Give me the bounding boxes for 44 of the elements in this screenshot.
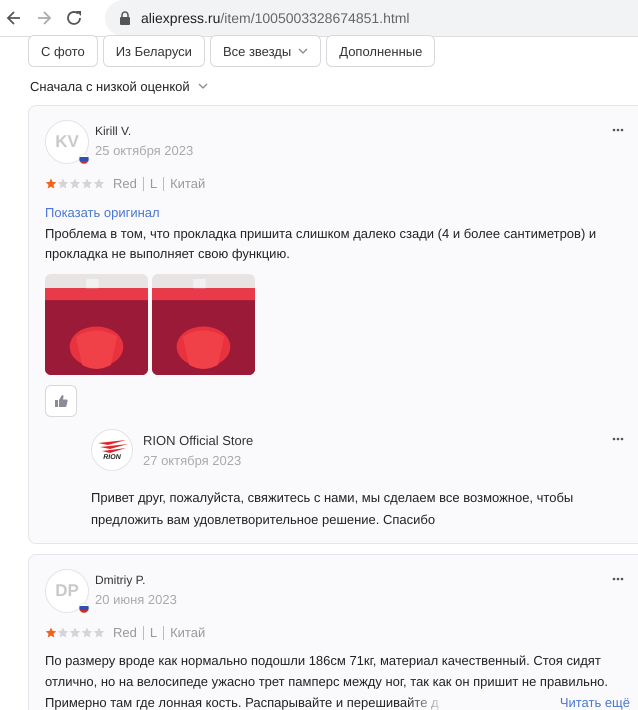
author-name: Kirill V. <box>95 124 132 138</box>
star-icon <box>69 627 81 638</box>
filter-button[interactable]: С фото <box>28 35 98 67</box>
lock-icon <box>119 11 131 25</box>
url-text: aliexpress.ru/item/1005003328674851.html <box>141 10 410 26</box>
product-attribute: Китай <box>170 625 206 640</box>
star-icon <box>45 627 57 638</box>
star-icon <box>93 178 105 189</box>
star-icon <box>93 627 105 638</box>
product-attribute: Red <box>113 625 137 640</box>
star-icon <box>57 627 69 638</box>
review-date: 20 июня 2023 <box>95 592 178 607</box>
address-bar[interactable]: aliexpress.ru/item/1005003328674851.html <box>105 0 638 36</box>
like-button[interactable] <box>45 385 77 417</box>
filter-button[interactable]: Из Беларуси <box>102 35 205 67</box>
review-text: Примерно там где лонная кость. Распарывайте и перешивайте д <box>45 694 439 710</box>
filter-button[interactable]: Все звезды <box>210 35 322 67</box>
review-date: 25 октября 2023 <box>95 143 194 158</box>
more-icon[interactable] <box>612 577 624 581</box>
review-text: По размеру вроде как нормально подошли 186см 71кг, материал качественный. Стоя сидят отлично, но на велосипеде ужасно трет памперс между ног, так как он пришит не правильно. <box>45 652 609 691</box>
product-attribute: Red <box>113 176 137 191</box>
product-attribute: Китай <box>170 176 206 191</box>
author-name: Dmitriy P. <box>95 573 146 587</box>
product-attribute: L <box>150 176 158 191</box>
reload-icon[interactable] <box>66 9 83 27</box>
review-date: 27 октября 2023 <box>143 453 242 468</box>
star-icon <box>69 178 81 189</box>
star-icon <box>81 178 93 189</box>
chevron-down-icon <box>198 83 208 89</box>
show-original-link[interactable]: Показать оригинал <box>45 205 638 220</box>
star-icon <box>57 178 69 189</box>
more-icon[interactable] <box>612 128 624 132</box>
thumbs-up-icon <box>54 394 68 408</box>
author-name: RION Official Store <box>143 433 254 448</box>
product-attribute: L <box>150 625 158 640</box>
star-icon <box>81 627 93 638</box>
back-icon[interactable] <box>6 9 22 27</box>
sort-dropdown[interactable]: Сначала с низкой оценкой <box>28 77 208 95</box>
reply-text: Привет друг, пожалуйста, свяжитесь с нами, мы сделаем все возможное, чтобы предложить вам удовлетворительное решение. Спасибо <box>91 489 574 529</box>
filter-button[interactable]: Дополненные <box>326 35 436 67</box>
more-icon[interactable] <box>612 437 624 441</box>
review-text: Проблема в том, что прокладка пришита слишком далеко сзади (4 и более сантиметров) и прокладка не выполняет свою функцию. <box>45 225 598 263</box>
read-more-link[interactable]: Читать ещё <box>560 692 630 710</box>
star-icon <box>45 178 57 189</box>
